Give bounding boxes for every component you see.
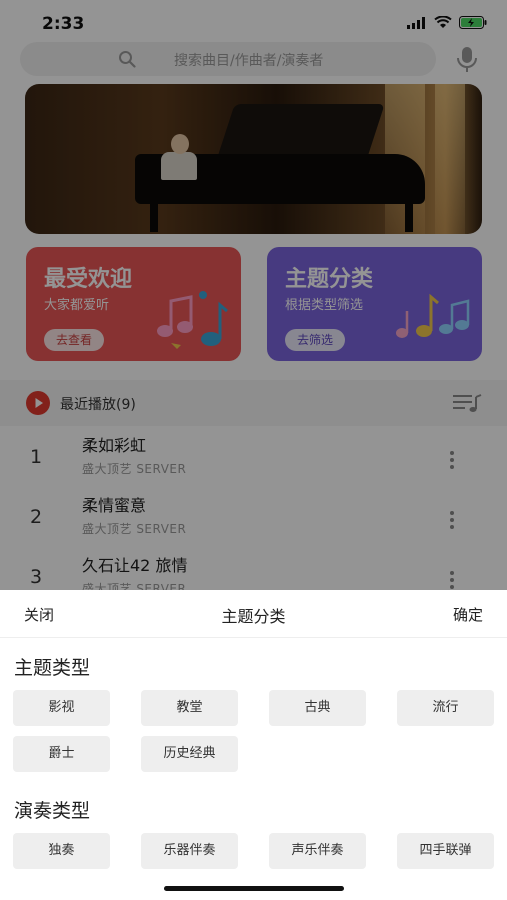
theme-option-chip[interactable]: 影视 (13, 690, 110, 726)
theme-option-chip[interactable]: 爵士 (13, 736, 110, 772)
modal-backdrop[interactable] (0, 0, 507, 590)
theme-section-title: 主题类型 (14, 657, 91, 679)
theme-option-chip[interactable]: 教堂 (141, 690, 238, 726)
confirm-button[interactable]: 确定 (453, 604, 483, 625)
sheet-header: 主题分类 关闭 确定 (0, 590, 507, 638)
performance-option-chip[interactable]: 声乐伴奏 (269, 833, 366, 869)
performance-option-chip[interactable]: 乐器伴奏 (141, 833, 238, 869)
theme-option-chip[interactable]: 流行 (397, 690, 494, 726)
sheet-title: 主题分类 (221, 607, 286, 626)
home-indicator[interactable] (164, 886, 344, 891)
theme-filter-sheet: 主题分类 关闭 确定 主题类型 影视 教堂 古典 流行 爵士 历史经典 演奏类型… (0, 590, 507, 900)
performance-option-chip[interactable]: 四手联弹 (397, 833, 494, 869)
theme-option-chip[interactable]: 古典 (269, 690, 366, 726)
performance-option-chip[interactable]: 独奏 (13, 833, 110, 869)
close-button[interactable]: 关闭 (24, 604, 54, 625)
performance-section-title: 演奏类型 (14, 800, 91, 822)
theme-option-chip[interactable]: 历史经典 (141, 736, 238, 772)
